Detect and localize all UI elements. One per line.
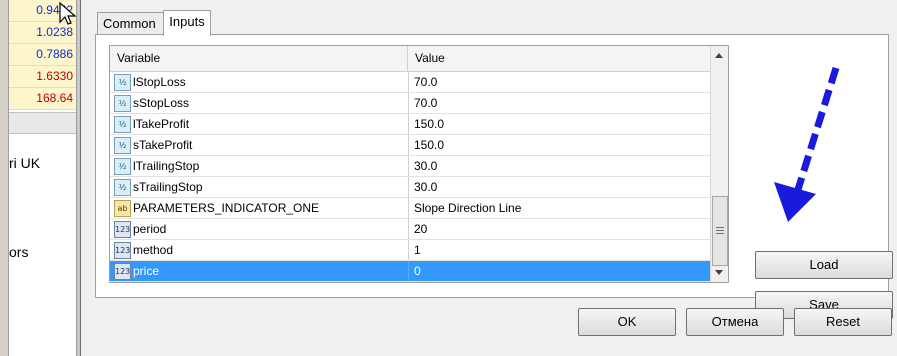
double-type-icon: ½ [114, 95, 131, 112]
variable-name: method [133, 243, 174, 257]
column-separator [408, 177, 409, 197]
integer-type-icon: 123 [114, 221, 131, 238]
inputs-grid: Variable Value ½ lStopLoss 70.0 ½ sStopLoss 7… [109, 45, 729, 283]
table-row[interactable]: ½ lTakeProfit 150.0 [110, 114, 710, 135]
variable-name: price [133, 264, 160, 278]
string-type-icon: ab [114, 200, 131, 217]
variable-value[interactable]: 30.0 [414, 177, 437, 197]
integer-type-icon: 123 [114, 242, 131, 259]
scroll-down-icon[interactable] [715, 270, 723, 275]
column-separator [408, 114, 409, 134]
variable-name: sTakeProfit [133, 138, 193, 152]
scroll-up-icon[interactable] [715, 53, 723, 58]
table-row[interactable]: 123 method 1 [110, 240, 710, 261]
quote-value[interactable]: 1.6330 [9, 66, 77, 88]
variable-name: lStopLoss [133, 75, 186, 89]
column-separator [408, 135, 409, 155]
column-header-value[interactable]: Value [408, 46, 705, 71]
quote-value[interactable]: 168.64 [9, 88, 77, 110]
variable-name: lTakeProfit [133, 117, 190, 131]
grip-line [716, 233, 724, 234]
navigator-item[interactable]: ri UK [9, 155, 40, 171]
variable-name: sTrailingStop [133, 180, 203, 194]
column-separator [408, 219, 409, 239]
table-row[interactable]: 123 price 0 [110, 261, 710, 282]
grip-line [716, 227, 724, 228]
variable-value[interactable]: 70.0 [414, 93, 437, 113]
grip-line [716, 230, 724, 231]
ok-button[interactable]: OK [578, 308, 676, 336]
variable-value[interactable]: 70.0 [414, 72, 437, 92]
table-row[interactable]: ½ sStopLoss 70.0 [110, 93, 710, 114]
table-row[interactable]: ab PARAMETERS_INDICATOR_ONE Slope Directio… [110, 198, 710, 219]
table-row[interactable]: ½ lStopLoss 70.0 [110, 72, 710, 93]
load-button[interactable]: Load [755, 251, 893, 279]
variable-name: lTrailingStop [133, 159, 200, 173]
navigator-item[interactable]: ors [9, 244, 28, 260]
table-row[interactable]: ½ sTakeProfit 150.0 [110, 135, 710, 156]
column-separator [408, 261, 409, 281]
mouse-cursor-icon [59, 2, 77, 25]
column-separator [408, 93, 409, 113]
column-header-variable[interactable]: Variable [110, 46, 408, 71]
grid-rows: ½ lStopLoss 70.0 ½ sStopLoss 70.0 ½ lTakeProfit… [110, 72, 710, 282]
grid-header: Variable Value [110, 46, 710, 72]
annotation-arrow-icon [774, 66, 840, 222]
column-separator [408, 156, 409, 176]
reset-button[interactable]: Reset [794, 308, 892, 336]
variable-name: period [133, 222, 167, 236]
variable-value[interactable]: 150.0 [414, 135, 444, 155]
double-type-icon: ½ [114, 116, 131, 133]
variable-value[interactable]: 150.0 [414, 114, 444, 134]
quote-value[interactable]: 0.7886 [9, 44, 77, 66]
double-type-icon: ½ [114, 158, 131, 175]
variable-name: sStopLoss [133, 96, 190, 110]
cancel-button[interactable]: Отмена [686, 308, 784, 336]
column-separator [408, 198, 409, 218]
variable-value[interactable]: Slope Direction Line [414, 198, 521, 218]
double-type-icon: ½ [114, 74, 131, 91]
tab-inputs[interactable]: Inputs [163, 10, 211, 36]
table-row[interactable]: ½ sTrailingStop 30.0 [110, 177, 710, 198]
column-separator [408, 72, 409, 92]
background-app: 0.9452 1.0238 0.7886 1.6330 168.64 ri UK… [0, 0, 80, 356]
scrollbar-thumb[interactable] [712, 196, 728, 266]
variable-name: PARAMETERS_INDICATOR_ONE [133, 201, 320, 215]
variable-value[interactable]: 0 [414, 261, 421, 281]
panel-divider [9, 112, 79, 134]
table-row[interactable]: ½ lTrailingStop 30.0 [110, 156, 710, 177]
window-frame [0, 0, 9, 356]
variable-value[interactable]: 30.0 [414, 156, 437, 176]
column-separator [408, 240, 409, 260]
tab-common[interactable]: Common [97, 12, 165, 35]
vertical-scrollbar[interactable] [710, 46, 728, 282]
table-row[interactable]: 123 period 20 [110, 219, 710, 240]
integer-type-icon: 123 [114, 263, 131, 280]
double-type-icon: ½ [114, 179, 131, 196]
double-type-icon: ½ [114, 137, 131, 154]
variable-value[interactable]: 1 [414, 240, 421, 260]
variable-value[interactable]: 20 [414, 219, 427, 239]
